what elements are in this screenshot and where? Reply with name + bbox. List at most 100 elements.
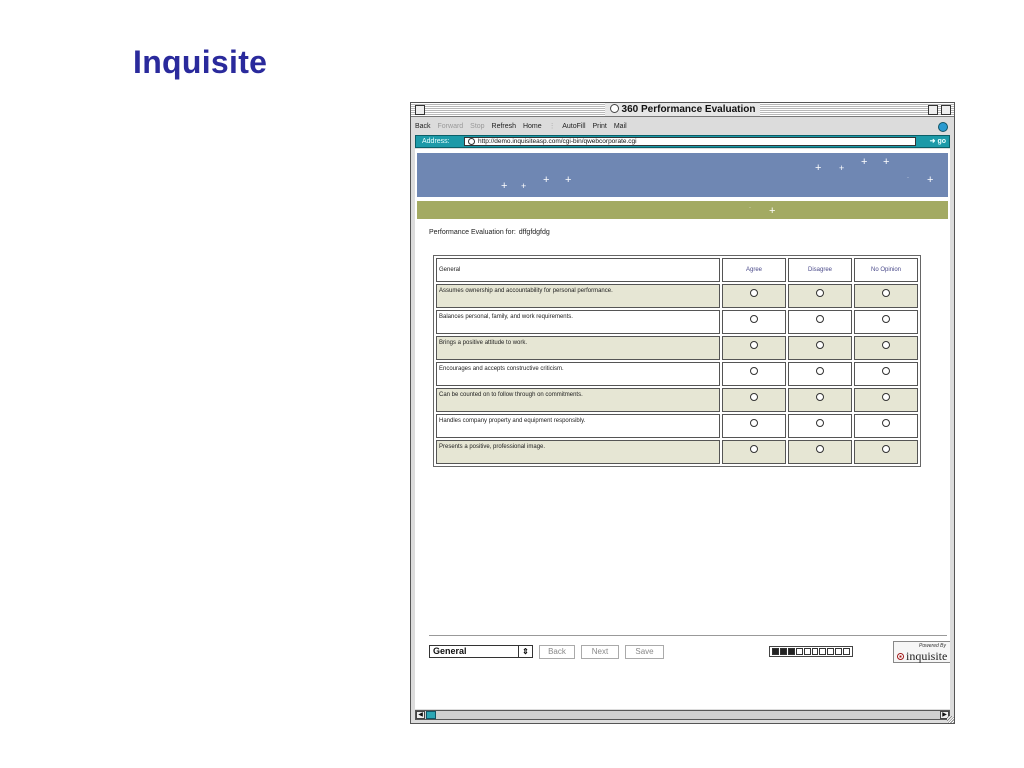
collapse-box-icon[interactable] xyxy=(941,105,951,115)
autofill-toolbar-button[interactable]: AutoFill xyxy=(562,123,585,130)
disagree-cell xyxy=(788,284,852,308)
inquisite-logo-icon xyxy=(897,653,904,660)
no-opinion-cell xyxy=(854,414,918,438)
progress-indicator xyxy=(769,646,853,657)
agree-radio[interactable] xyxy=(750,419,758,427)
agree-cell xyxy=(722,362,786,386)
disagree-radio[interactable] xyxy=(816,289,824,297)
table-row: Presents a positive, professional image. xyxy=(436,440,918,464)
zoom-box-icon[interactable] xyxy=(928,105,938,115)
sparkle-icon: · xyxy=(749,205,751,211)
disagree-cell xyxy=(788,388,852,412)
no-opinion-radio[interactable] xyxy=(882,393,890,401)
powered-by-badge[interactable]: Powered By inquisite xyxy=(893,641,950,663)
question-text: Brings a positive attitude to work. xyxy=(436,336,720,360)
no-opinion-cell xyxy=(854,440,918,464)
progress-cell xyxy=(795,648,803,655)
horizontal-scrollbar[interactable]: ◀ ▶ xyxy=(415,710,950,720)
close-box-icon[interactable] xyxy=(415,105,425,115)
window-title: 360 Performance Evaluation xyxy=(604,103,761,116)
table-row: Handles company property and equipment r… xyxy=(436,414,918,438)
disagree-cell xyxy=(788,440,852,464)
disagree-radio[interactable] xyxy=(816,341,824,349)
back-toolbar-button[interactable]: Back xyxy=(415,123,431,130)
scroll-left-arrow-icon[interactable]: ◀ xyxy=(416,711,425,719)
progress-cell xyxy=(779,648,787,655)
refresh-toolbar-button[interactable]: Refresh xyxy=(492,123,517,130)
browser-window: 360 Performance Evaluation Back Forward … xyxy=(410,102,955,724)
slide-title: Inquisite xyxy=(133,44,268,80)
progress-cell xyxy=(803,648,811,655)
progress-cell xyxy=(827,648,835,655)
no-opinion-radio[interactable] xyxy=(882,315,890,323)
no-opinion-cell xyxy=(854,284,918,308)
disagree-radio[interactable] xyxy=(816,367,824,375)
disagree-cell xyxy=(788,414,852,438)
evaluation-label: Performance Evaluation for: xyxy=(429,229,516,236)
agree-radio[interactable] xyxy=(750,367,758,375)
disagree-radio[interactable] xyxy=(816,393,824,401)
stop-toolbar-button[interactable]: Stop xyxy=(470,123,484,130)
survey-table: General Agree Disagree No Opinion Assume… xyxy=(433,255,921,467)
header-band: · + xyxy=(417,201,948,219)
agree-cell xyxy=(722,440,786,464)
address-url: http://demo.inquisiteasp.com/cgi-bin/qwe… xyxy=(478,138,637,145)
throbber-icon xyxy=(938,122,948,132)
agree-radio[interactable] xyxy=(750,393,758,401)
table-row: Encourages and accepts constructive crit… xyxy=(436,362,918,386)
home-toolbar-button[interactable]: Home xyxy=(523,123,542,130)
scroll-thumb[interactable] xyxy=(426,711,436,719)
no-opinion-radio[interactable] xyxy=(882,289,890,297)
no-opinion-cell xyxy=(854,388,918,412)
no-opinion-radio[interactable] xyxy=(882,367,890,375)
sparkle-icon: + xyxy=(543,174,550,186)
forward-toolbar-button[interactable]: Forward xyxy=(438,123,464,130)
agree-cell xyxy=(722,414,786,438)
no-opinion-cell xyxy=(854,336,918,360)
agree-radio[interactable] xyxy=(750,341,758,349)
sparkle-icon: + xyxy=(501,180,508,192)
no-opinion-cell xyxy=(854,362,918,386)
header-banner: + + + + + + + + · + xyxy=(417,153,948,197)
sparkle-icon: + xyxy=(815,162,822,174)
question-text: Handles company property and equipment r… xyxy=(436,414,720,438)
window-titlebar[interactable]: 360 Performance Evaluation xyxy=(411,103,954,117)
updown-arrow-icon: ⇕ xyxy=(518,646,532,657)
agree-radio[interactable] xyxy=(750,289,758,297)
save-button[interactable]: Save xyxy=(625,645,664,659)
next-button[interactable]: Next xyxy=(581,645,619,659)
table-row: Brings a positive attitude to work. xyxy=(436,336,918,360)
sparkle-icon: + xyxy=(927,174,934,186)
agree-cell xyxy=(722,310,786,334)
resize-grip-icon[interactable] xyxy=(947,716,954,723)
page-globe-icon xyxy=(468,138,475,145)
globe-icon xyxy=(609,104,619,113)
go-button[interactable]: ➜ go xyxy=(930,136,946,147)
agree-radio[interactable] xyxy=(750,445,758,453)
disagree-cell xyxy=(788,310,852,334)
no-opinion-cell xyxy=(854,310,918,334)
disagree-radio[interactable] xyxy=(816,445,824,453)
column-header-no-opinion: No Opinion xyxy=(854,258,918,282)
disagree-cell xyxy=(788,362,852,386)
back-button[interactable]: Back xyxy=(539,645,575,659)
section-select[interactable]: General ⇕ xyxy=(429,645,533,658)
nav-divider xyxy=(429,635,947,636)
agree-cell xyxy=(722,388,786,412)
progress-cell xyxy=(835,648,843,655)
disagree-radio[interactable] xyxy=(816,419,824,427)
mail-toolbar-button[interactable]: Mail xyxy=(614,123,627,130)
agree-cell xyxy=(722,336,786,360)
address-input[interactable]: http://demo.inquisiteasp.com/cgi-bin/qwe… xyxy=(464,137,916,146)
no-opinion-radio[interactable] xyxy=(882,419,890,427)
no-opinion-radio[interactable] xyxy=(882,445,890,453)
agree-radio[interactable] xyxy=(750,315,758,323)
sparkle-icon: + xyxy=(861,156,868,168)
go-label: go xyxy=(937,138,946,145)
column-header-agree: Agree xyxy=(722,258,786,282)
print-toolbar-button[interactable]: Print xyxy=(592,123,606,130)
no-opinion-radio[interactable] xyxy=(882,341,890,349)
question-text: Can be counted on to follow through on c… xyxy=(436,388,720,412)
section-select-value: General xyxy=(433,646,467,656)
disagree-radio[interactable] xyxy=(816,315,824,323)
